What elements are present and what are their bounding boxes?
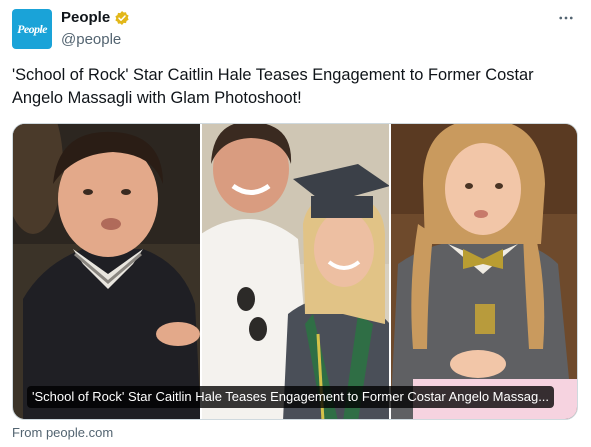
link-card[interactable]: 'School of Rock' Star Caitlin Hale Tease… [12,123,578,420]
more-options-button[interactable] [555,7,577,29]
verified-badge-icon [115,10,129,25]
more-horizontal-icon [559,16,573,20]
author-name-row[interactable]: People [61,9,130,26]
display-name[interactable]: People [61,9,110,26]
tweet-text: 'School of Rock' Star Caitlin Hale Tease… [12,66,534,107]
card-image [13,124,577,419]
photo-right [390,124,577,419]
user-handle[interactable]: @people [61,31,121,48]
card-title[interactable]: 'School of Rock' Star Caitlin Hale Tease… [27,386,555,408]
card-source-link[interactable]: From people.com [12,425,113,440]
photo-middle [201,124,390,419]
avatar[interactable]: People [12,9,52,49]
avatar-logo-text: People [17,21,47,36]
photo-left [13,124,201,419]
